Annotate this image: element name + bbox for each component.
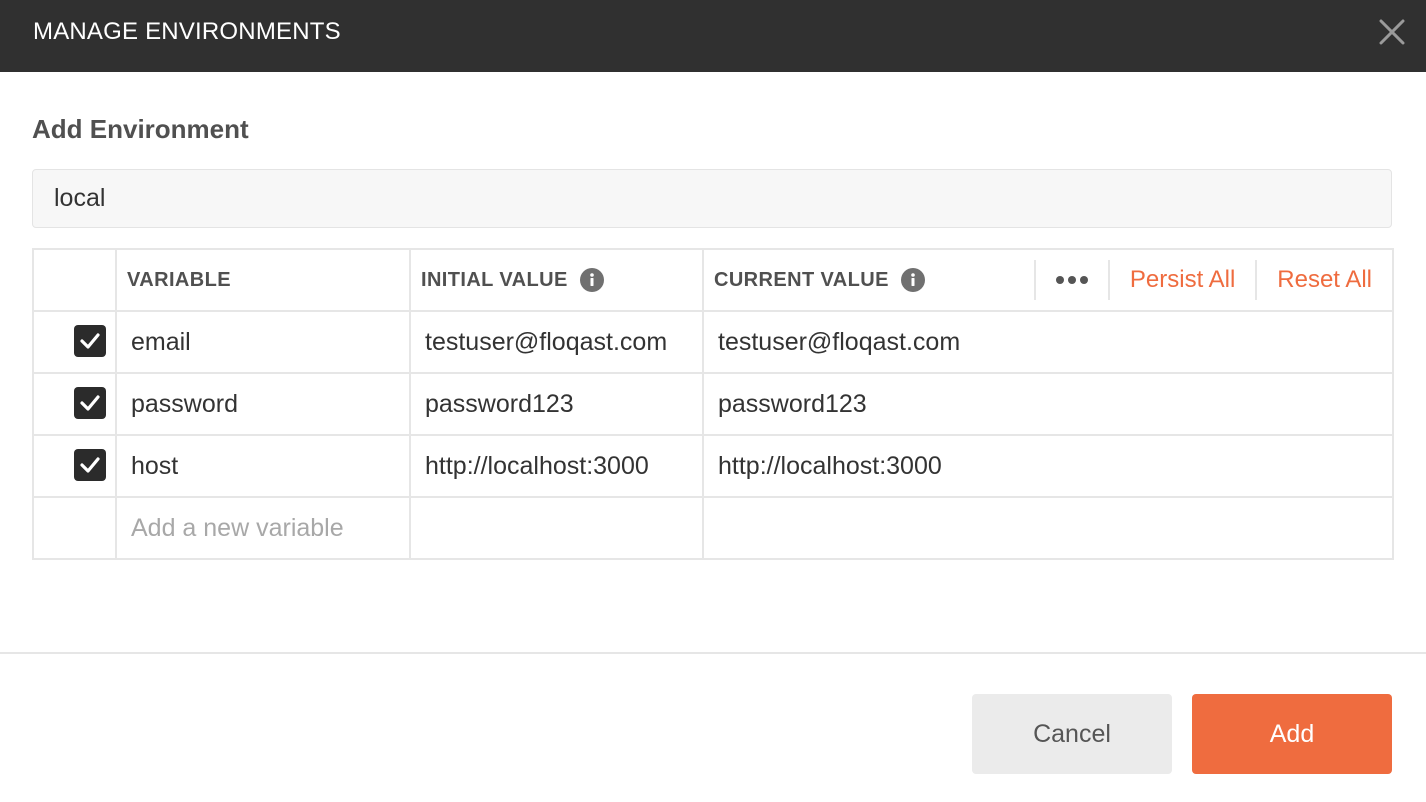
footer-divider bbox=[0, 652, 1426, 654]
variables-table: VARIABLE INITIAL VALUE CURRENT VALUE Per… bbox=[32, 248, 1394, 560]
variable-cell[interactable]: email bbox=[115, 310, 411, 374]
current-value-cell[interactable]: testuser@floqast.com bbox=[702, 310, 1394, 374]
table-row: host http://localhost:3000 http://localh… bbox=[32, 434, 1394, 498]
table-header-row: VARIABLE INITIAL VALUE CURRENT VALUE Per… bbox=[32, 248, 1394, 312]
close-icon[interactable] bbox=[1376, 16, 1408, 48]
variable-cell[interactable]: host bbox=[115, 434, 411, 498]
header-checkbox-column bbox=[32, 248, 117, 312]
info-icon[interactable] bbox=[579, 268, 604, 292]
variable-cell[interactable]: password bbox=[115, 372, 411, 436]
initial-value-cell[interactable]: http://localhost:3000 bbox=[409, 434, 704, 498]
new-initial-value-cell[interactable] bbox=[409, 496, 704, 560]
row-checkbox-cell bbox=[32, 372, 117, 436]
current-value-cell[interactable]: password123 bbox=[702, 372, 1394, 436]
table-row: password password123 password123 bbox=[32, 372, 1394, 436]
more-horizontal-icon[interactable] bbox=[1036, 275, 1108, 285]
header-current-value: CURRENT VALUE Persist All Reset All bbox=[702, 248, 1394, 312]
header-initial-value-label: INITIAL VALUE bbox=[421, 268, 568, 291]
row-checkbox-cell bbox=[32, 310, 117, 374]
header-variable: VARIABLE bbox=[115, 248, 411, 312]
new-variable-input[interactable]: Add a new variable bbox=[115, 496, 411, 560]
row-checkbox-cell bbox=[32, 496, 117, 560]
section-heading: Add Environment bbox=[32, 114, 249, 144]
enabled-checkbox[interactable] bbox=[74, 449, 106, 481]
initial-value-cell[interactable]: password123 bbox=[409, 372, 704, 436]
enabled-checkbox[interactable] bbox=[74, 325, 106, 357]
dialog-title: MANAGE ENVIRONMENTS bbox=[33, 18, 341, 45]
header-initial-value: INITIAL VALUE bbox=[409, 248, 704, 312]
environment-name-input[interactable] bbox=[32, 169, 1392, 228]
initial-value-cell[interactable]: testuser@floqast.com bbox=[409, 310, 704, 374]
current-value-cell[interactable]: http://localhost:3000 bbox=[702, 434, 1394, 498]
enabled-checkbox[interactable] bbox=[74, 387, 106, 419]
persist-all-button[interactable]: Persist All bbox=[1110, 266, 1255, 294]
add-button[interactable]: Add bbox=[1192, 694, 1392, 774]
reset-all-button[interactable]: Reset All bbox=[1257, 266, 1392, 294]
table-row: email testuser@floqast.com testuser@floq… bbox=[32, 310, 1394, 374]
header-current-value-label: CURRENT VALUE bbox=[714, 268, 889, 291]
info-icon[interactable] bbox=[900, 268, 925, 292]
new-current-value-cell[interactable] bbox=[702, 496, 1394, 560]
new-variable-row: Add a new variable bbox=[32, 496, 1394, 560]
row-checkbox-cell bbox=[32, 434, 117, 498]
title-bar: MANAGE ENVIRONMENTS bbox=[0, 0, 1426, 72]
cancel-button[interactable]: Cancel bbox=[972, 694, 1172, 774]
